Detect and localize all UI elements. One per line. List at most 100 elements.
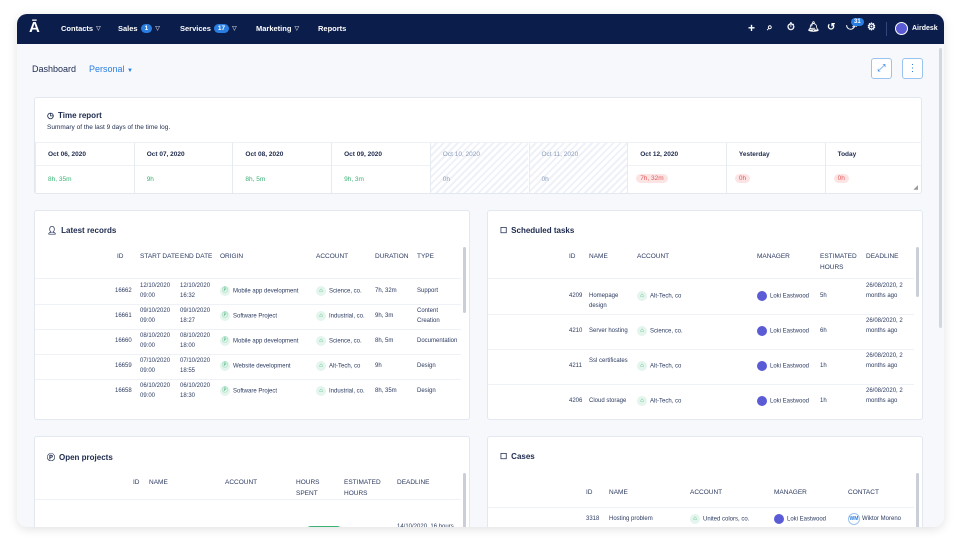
- cell-text: 3318: [586, 516, 600, 522]
- resize-handle-icon[interactable]: ◢: [913, 184, 918, 191]
- column-header[interactable]: NAME: [149, 477, 193, 488]
- id-cell: 16659: [115, 361, 139, 371]
- column-header[interactable]: MANAGER: [757, 251, 801, 262]
- view-selector[interactable]: Personal ▼: [89, 64, 133, 74]
- cell-text: Loki Eastwood: [770, 363, 810, 370]
- start-date-cell: 06/10/2020 09:00: [140, 381, 180, 401]
- name-cell: Hosting problem: [609, 514, 684, 524]
- project-icon: Ⓟ: [220, 361, 230, 371]
- nav-marketing[interactable]: Marketing ▽: [256, 24, 299, 33]
- cell-text: 26/08/2020, 2 months ago: [866, 388, 903, 404]
- column-header[interactable]: START DATE: [140, 251, 184, 262]
- cell-text: Science, co.: [329, 338, 362, 345]
- day-cell: Today 0h: [824, 143, 921, 193]
- history-icon[interactable]: ↺: [827, 22, 835, 33]
- column-header[interactable]: MANAGER: [774, 487, 818, 498]
- divider: [35, 278, 461, 279]
- cell-text: 14/10/2020, 16 hours ago: [397, 524, 454, 527]
- page-scrollbar[interactable]: [939, 48, 942, 328]
- deadline-cell: 26/08/2020, 2 months ago: [866, 351, 906, 371]
- account-cell: ⌂ Science, co.: [637, 326, 737, 337]
- account-cell: ⌂ United colors, co.: [690, 514, 772, 525]
- search-icon[interactable]: ⌕: [767, 22, 773, 33]
- cell-text: 4210: [569, 328, 583, 334]
- expand-button[interactable]: ⤢: [871, 58, 892, 79]
- column-header[interactable]: ESTIMATED HOURS: [820, 251, 864, 273]
- user-name[interactable]: Airdesk: [912, 25, 938, 32]
- more-button[interactable]: ⋮: [902, 58, 923, 79]
- timer-icon[interactable]: ⏱: [787, 22, 795, 33]
- scrollbar[interactable]: [916, 473, 919, 527]
- day-label: Oct 10, 2020: [442, 151, 481, 158]
- column-header[interactable]: TYPE: [417, 251, 461, 262]
- column-header[interactable]: DEADLINE: [397, 477, 441, 488]
- bell-icon[interactable]: 🔔︎: [807, 22, 820, 33]
- column-header[interactable]: ACCOUNT: [690, 487, 734, 498]
- column-header[interactable]: ACCOUNT: [316, 251, 360, 262]
- id-cell: 16661: [115, 311, 139, 321]
- cell-text: Loki Eastwood: [770, 293, 810, 300]
- deadline-cell: 26/08/2020, 2 months ago: [866, 386, 906, 406]
- day-cell: Yesterday 0h: [725, 143, 825, 193]
- cell-text: 06/10/2020 09:00: [140, 383, 171, 399]
- origin-cell: Ⓟ Mobile app development: [220, 286, 316, 297]
- cell-text: United colors, co.: [703, 516, 750, 523]
- cell-text: 16660: [115, 338, 132, 344]
- column-header[interactable]: ACCOUNT: [637, 251, 681, 262]
- scheduled-tasks-card: ☐ Scheduled tasks ID NAME ACCOUNT MANAGER EST…: [487, 210, 923, 420]
- cell-text: 1h: [820, 363, 827, 369]
- chevron-down-icon: ▽: [96, 26, 101, 32]
- cell-text: 06/10/2020 18:30: [180, 383, 211, 399]
- column-header[interactable]: ESTIMATED HOURS: [344, 477, 388, 499]
- name-cell: Cloud storage: [589, 396, 635, 406]
- avatar[interactable]: [895, 22, 908, 35]
- duration-cell: 9h: [375, 361, 415, 371]
- column-header[interactable]: ORIGIN: [220, 251, 264, 262]
- column-header[interactable]: DEADLINE: [866, 251, 910, 262]
- scrollbar[interactable]: [463, 473, 466, 527]
- logo-icon[interactable]: Ā: [29, 19, 40, 36]
- nav-sales[interactable]: Sales 1 ▽: [118, 24, 160, 33]
- nav-reports[interactable]: Reports: [318, 24, 346, 33]
- day-label: Oct 09, 2020: [344, 151, 383, 158]
- id-cell: 3318: [586, 514, 606, 524]
- cell-text: 08/10/2020 18:00: [180, 333, 211, 349]
- day-value: 0h: [541, 176, 549, 183]
- column-header[interactable]: ACCOUNT: [225, 477, 269, 488]
- contact-initials: WM: [848, 513, 860, 525]
- card-title: Ⓟ Open projects: [47, 452, 113, 463]
- account-cell: ⌂ Science, co.: [316, 336, 376, 347]
- column-header[interactable]: NAME: [609, 487, 653, 498]
- cell-text: Industrial, co.: [329, 388, 365, 395]
- day-cell: Oct 12, 2020 7h, 32m: [627, 143, 726, 193]
- column-header[interactable]: DURATION: [375, 251, 419, 262]
- cell-text: 5h: [820, 293, 827, 299]
- building-icon: ⌂: [637, 291, 647, 301]
- cell-text: 26/08/2020, 2 months ago: [866, 283, 903, 299]
- title-text: Latest records: [61, 226, 117, 235]
- type-cell: Design: [417, 386, 462, 396]
- column-header[interactable]: CONTACT: [848, 487, 892, 498]
- scrollbar[interactable]: [463, 247, 466, 313]
- cell-text: Hosting problem: [609, 516, 653, 522]
- cell-text: 8h, 35m: [375, 388, 397, 394]
- cell-text: Documentation: [417, 338, 458, 344]
- column-header[interactable]: END DATE: [180, 251, 224, 262]
- column-header[interactable]: NAME: [589, 251, 633, 262]
- id-cell: 16658: [115, 386, 139, 396]
- nav-services[interactable]: Services 17 ▽: [180, 24, 237, 33]
- day-cell: Oct 06, 2020 8h, 35m: [35, 143, 134, 193]
- column-header[interactable]: HOURS SPENT: [296, 477, 340, 499]
- chevron-down-icon: ▽: [232, 26, 237, 32]
- scrollbar[interactable]: [916, 247, 919, 297]
- nav-contacts[interactable]: Contacts ▽: [61, 24, 101, 33]
- day-label: Oct 11, 2020: [541, 151, 579, 158]
- cell-text: 09/10/2020 09:00: [140, 308, 171, 324]
- gear-icon[interactable]: ⚙: [867, 22, 876, 33]
- type-cell: Documentation: [417, 336, 462, 346]
- building-icon: ⌂: [637, 361, 647, 371]
- cell-text: 09/10/2020 18:27: [180, 308, 211, 324]
- plus-icon[interactable]: +: [748, 21, 755, 35]
- manager-cell: Loki Eastwood: [757, 326, 819, 337]
- project-icon: Ⓟ: [220, 286, 230, 296]
